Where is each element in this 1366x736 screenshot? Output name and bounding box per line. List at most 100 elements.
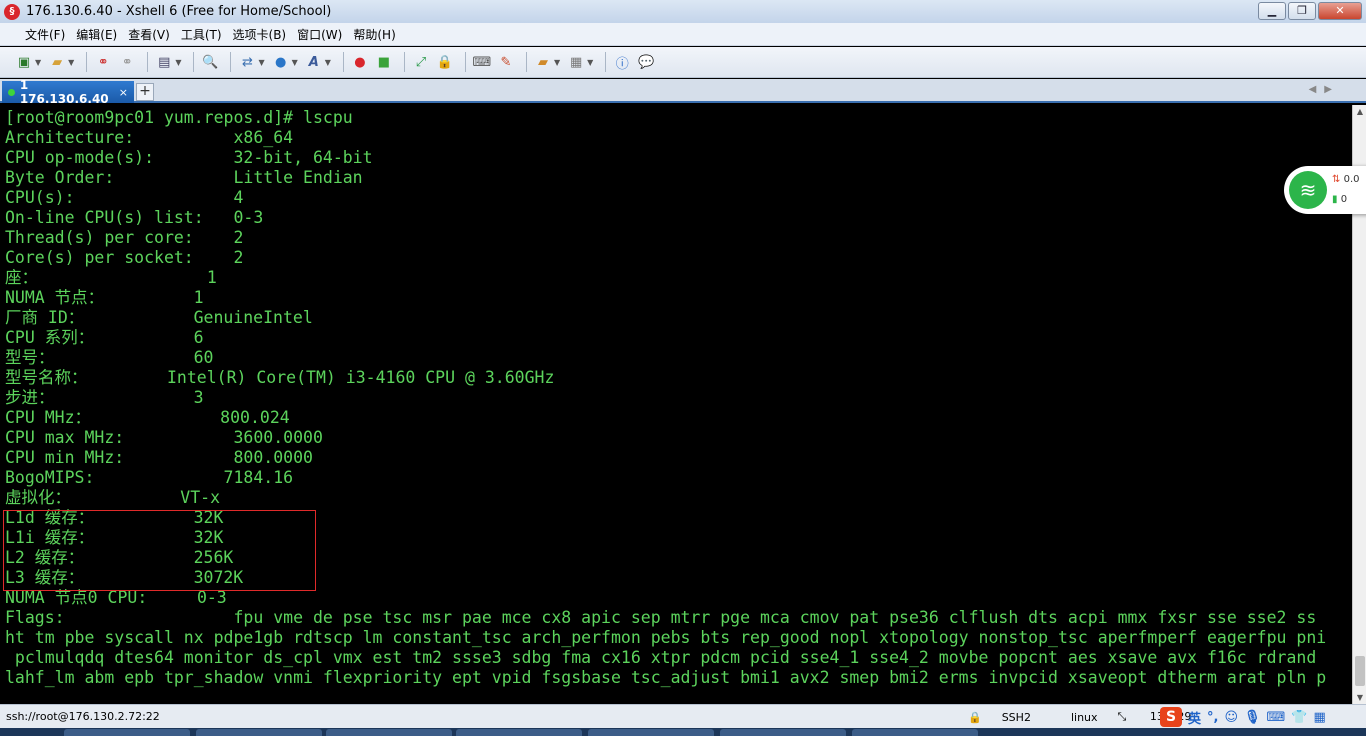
network-speed-widget[interactable]: ≋ ⇅ 0.0 ▮ 0: [1284, 166, 1366, 214]
dropdown-arrow-icon[interactable]: ▼: [292, 58, 298, 67]
tab-scroll-arrows[interactable]: ◀▶: [1309, 84, 1340, 95]
terminal-line: lahf_lm abm epb tpr_shadow vnmi flexprio…: [5, 668, 1327, 687]
taskbar-item[interactable]: [326, 729, 452, 736]
layout-icon[interactable]: ▦: [566, 52, 586, 72]
new-tab-button[interactable]: +: [136, 83, 154, 101]
toolbar-separator: [605, 52, 607, 72]
scroll-down-icon[interactable]: ▼: [1355, 693, 1365, 702]
taskbar-item[interactable]: [852, 729, 978, 736]
terminal-output[interactable]: [root@room9pc01 yum.repos.d]# lscpu Arch…: [0, 105, 1352, 704]
chat-icon[interactable]: 💬: [636, 52, 656, 72]
new-session-icon[interactable]: ▣: [14, 52, 34, 72]
search-icon[interactable]: 🔍: [200, 52, 220, 72]
terminal-type: linux: [1070, 710, 1098, 724]
properties-icon[interactable]: ▤: [154, 52, 174, 72]
os-taskbar: [0, 728, 1366, 736]
terminal-line: [root@room9pc01 yum.repos.d]# lscpu: [5, 108, 353, 127]
ime-toolbar[interactable]: S 英 °, ☺ 🎙 ⌨ 👕 ▦: [1160, 706, 1326, 728]
dropdown-arrow-icon[interactable]: ▼: [175, 58, 181, 67]
xftp-icon[interactable]: ■: [374, 52, 394, 72]
disconnect-icon[interactable]: ⚭: [117, 52, 137, 72]
protocol-status: 🔒 SSH2: [968, 711, 1051, 724]
transfer-icon[interactable]: ⇄: [237, 52, 257, 72]
tab-strip: 1 176.130.6.40 × + ◀▶: [0, 78, 1366, 106]
toolbox-icon[interactable]: ▦: [1314, 710, 1326, 725]
help-icon[interactable]: ⓘ: [612, 52, 632, 72]
menu-tools[interactable]: 工具(T): [176, 26, 227, 43]
fullscreen-icon[interactable]: ⤢: [411, 52, 431, 72]
protocol-label: SSH2: [1001, 710, 1031, 724]
dropdown-arrow-icon[interactable]: ▼: [325, 58, 331, 67]
restore-button[interactable]: ❐: [1288, 2, 1316, 20]
taskbar-item[interactable]: [720, 729, 846, 736]
terminal-line: BogoMIPS: 7184.16: [5, 468, 294, 487]
terminal-line: Flags: fpu vme de pse tsc msr pae mce cx…: [5, 608, 1317, 627]
dropdown-arrow-icon[interactable]: ▼: [587, 58, 593, 67]
dropdown-arrow-icon[interactable]: ▼: [554, 58, 560, 67]
dropdown-arrow-icon[interactable]: ▼: [35, 58, 41, 67]
taskbar-item[interactable]: [196, 729, 322, 736]
cache-highlight-box: [3, 510, 316, 591]
terminal-line: ht tm pbe syscall nx pdpe1gb rdtscp lm c…: [5, 628, 1327, 647]
terminal-line: 虚拟化： VT-x: [5, 488, 221, 507]
taskbar-item[interactable]: [64, 729, 190, 736]
open-icon[interactable]: ▰: [47, 52, 67, 72]
connect-icon[interactable]: ⚭: [93, 52, 113, 72]
terminal-line: CPU max MHz: 3600.0000: [5, 428, 323, 447]
xshell-icon[interactable]: ●: [350, 52, 370, 72]
menu-view[interactable]: 查看(V): [123, 26, 175, 43]
toolbar-separator: [230, 52, 232, 72]
compose-icon[interactable]: ▰: [533, 52, 553, 72]
toolbar-separator: [86, 52, 88, 72]
menu-edit[interactable]: 编辑(E): [71, 26, 122, 43]
scroll-up-icon[interactable]: ▲: [1355, 107, 1365, 116]
speed-value: 0.0: [1343, 174, 1360, 185]
ime-language[interactable]: 英: [1188, 708, 1201, 727]
taskbar-item[interactable]: [588, 729, 714, 736]
globe-icon[interactable]: ●: [271, 52, 291, 72]
window-title: 176.130.6.40 - Xshell 6 (Free for Home/S…: [26, 4, 332, 19]
toolbar-separator: [193, 52, 195, 72]
tab-session[interactable]: 1 176.130.6.40 ×: [2, 78, 134, 106]
terminal-line: On-line CPU(s) list: 0-3: [5, 208, 264, 227]
tab-close-icon[interactable]: ×: [119, 86, 128, 99]
font-icon[interactable]: A: [304, 52, 324, 72]
highlight-icon[interactable]: ✎: [496, 52, 516, 72]
punctuation-icon[interactable]: °,: [1207, 710, 1218, 725]
keyboard-icon[interactable]: ⌨: [472, 52, 492, 72]
tab-label: 1 176.130.6.40: [19, 78, 109, 106]
terminal-line: Thread(s) per core: 2: [5, 228, 244, 247]
menu-help[interactable]: 帮助(H): [348, 26, 400, 43]
menu-window[interactable]: 窗口(W): [292, 26, 347, 43]
lock-icon: 🔒: [968, 710, 982, 724]
emoji-icon[interactable]: ☺: [1224, 710, 1238, 725]
terminal-line: 座： 1: [5, 268, 217, 287]
skin-icon[interactable]: 👕: [1291, 710, 1307, 725]
wifi-icon: ≋: [1289, 171, 1327, 209]
close-button[interactable]: ✕: [1318, 2, 1362, 20]
scroll-thumb[interactable]: [1355, 656, 1365, 686]
xshell-app-icon[interactable]: §: [4, 3, 20, 20]
terminal-line: 型号： 60: [5, 348, 214, 367]
menu-file[interactable]: 文件(F): [20, 26, 70, 43]
lock-icon[interactable]: 🔒: [435, 52, 455, 72]
terminal-line: 厂商 ID： GenuineIntel: [5, 308, 313, 327]
upload-arrow-icon: ⇅: [1332, 174, 1341, 185]
menu-bar: 文件(F) 编辑(E) 查看(V) 工具(T) 选项卡(B) 窗口(W) 帮助(…: [0, 23, 1366, 46]
toolbar-separator: [525, 52, 527, 72]
device-count: ▮ 0: [1332, 194, 1347, 205]
dropdown-arrow-icon[interactable]: ▼: [68, 58, 74, 67]
terminal-line: NUMA 节点0 CPU: 0-3: [5, 588, 227, 607]
sogou-ime-icon[interactable]: S: [1160, 707, 1182, 727]
keyboard-icon[interactable]: ⌨: [1267, 710, 1286, 725]
taskbar-item[interactable]: [456, 729, 582, 736]
terminal-line: Core(s) per socket: 2: [5, 248, 244, 267]
minimize-button[interactable]: ▁: [1258, 2, 1286, 20]
terminal-line: CPU(s): 4: [5, 188, 244, 207]
dropdown-arrow-icon[interactable]: ▼: [258, 58, 264, 67]
connection-string: ssh://root@176.130.2.72:22: [6, 710, 160, 723]
terminal-line: CPU op-mode(s): 32-bit, 64-bit: [5, 148, 373, 167]
status-bar: ssh://root@176.130.2.72:22 🔒 SSH2 linux ⤡…: [0, 704, 1366, 728]
microphone-icon[interactable]: 🎙: [1244, 710, 1261, 725]
menu-tab[interactable]: 选项卡(B): [228, 26, 292, 43]
